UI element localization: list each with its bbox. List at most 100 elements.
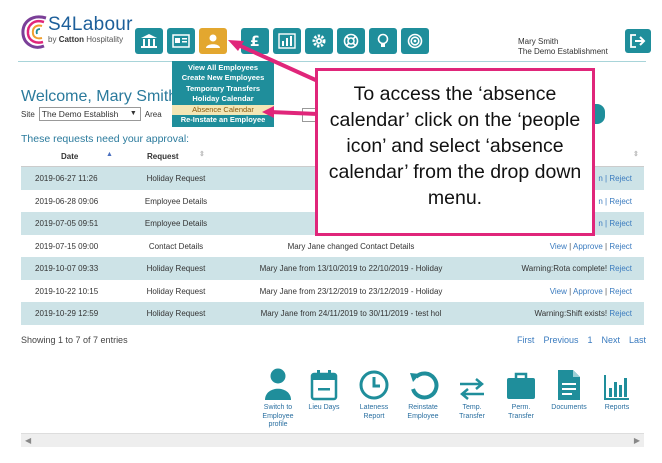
bar-chart-icon: [604, 375, 629, 400]
cell-description: Mary Jane from 13/10/2019 to 22/10/2019 …: [259, 264, 443, 273]
menu-item-create-new-employees[interactable]: Create New Employees: [172, 73, 274, 83]
nav-target-button[interactable]: [401, 28, 429, 54]
warning-text: Warning:Rota complete!: [521, 264, 608, 273]
reject-link[interactable]: Reject: [609, 242, 632, 251]
people-dropdown-menu: View All Employees Create New Employees …: [172, 61, 274, 128]
approve-link-partial[interactable]: n |: [598, 197, 607, 206]
cell-request: Holiday Request: [146, 264, 206, 273]
switch-profile-icon: [265, 368, 291, 400]
cell-date: 2019-10-29 12:59: [35, 309, 99, 318]
reject-link[interactable]: Reject: [609, 197, 632, 206]
perm-transfer-button[interactable]: Perm. Transfer: [498, 363, 544, 421]
column-header-request[interactable]: Request: [147, 152, 179, 161]
callout-text: To access the ‘absence calendar’ click o…: [328, 83, 582, 209]
nav-chart-button[interactable]: [273, 28, 301, 54]
pager-next[interactable]: Next: [601, 335, 620, 345]
clock-icon: [359, 370, 389, 400]
reject-link[interactable]: Reject: [609, 287, 632, 296]
table-row: 2019-07-15 09:00 Contact Details Mary Jane…: [21, 235, 644, 258]
approve-link[interactable]: Approve: [573, 242, 603, 251]
cell-date: 2019-10-22 10:15: [35, 286, 99, 296]
menu-item-view-all-employees[interactable]: View All Employees: [172, 63, 274, 73]
approve-link-partial[interactable]: n |: [598, 174, 607, 183]
action-label: Reports: [604, 404, 630, 411]
reject-link[interactable]: Reject: [609, 219, 632, 228]
logo-swirl-icon: [21, 15, 47, 49]
table-row: 2019-10-22 10:15 Holiday Request Mary Jane…: [21, 280, 644, 303]
cell-request: Employee Details: [144, 219, 208, 228]
nav-people-button[interactable]: [199, 28, 227, 54]
sort-asc-icon[interactable]: ▲: [106, 151, 113, 158]
cell-actions: Warning:Shift exists! Reject: [534, 309, 632, 318]
sort-icon[interactable]: ⇕: [633, 150, 639, 158]
sort-icon[interactable]: ⇕: [199, 150, 205, 158]
menu-item-reinstate-employee[interactable]: Re-Instate an Employee: [172, 115, 274, 125]
cell-description: Mary Jane from 23/12/2019 to 23/12/2019 …: [259, 286, 443, 296]
action-label: Lieu Days: [308, 404, 340, 411]
nav-settings-button[interactable]: [305, 28, 333, 54]
scroll-right-icon[interactable]: ▶: [634, 436, 640, 445]
briefcase-icon: [507, 372, 535, 399]
logo[interactable]: S4Labour by Catton Hospitality: [18, 12, 138, 56]
action-label: Temp. Transfer: [459, 404, 485, 420]
action-label: Lateness Report: [359, 404, 389, 420]
cell-date: 2019-07-15 09:00: [35, 241, 99, 251]
cell-actions: n | Reject: [598, 219, 632, 228]
warning-text: Warning:Shift exists!: [534, 309, 608, 318]
nav-pound-button[interactable]: £: [241, 28, 269, 54]
cell-actions: View | Approve | Reject: [549, 241, 632, 251]
action-label: Perm. Transfer: [508, 404, 534, 420]
column-header-date[interactable]: Date: [61, 152, 78, 161]
action-label: Documents: [551, 404, 587, 411]
reject-link[interactable]: Reject: [609, 264, 632, 273]
people-icon: [206, 34, 220, 48]
header-divider: [18, 61, 646, 62]
pager-previous[interactable]: Previous: [543, 335, 578, 345]
nav-id-card-button[interactable]: [167, 28, 195, 54]
user-establishment: The Demo Establishment: [518, 47, 608, 56]
menu-item-temporary-transfers[interactable]: Temporary Transfers: [172, 84, 274, 94]
document-icon: [558, 370, 580, 400]
lightbulb-icon: [377, 33, 389, 47]
site-label: Site: [21, 109, 35, 119]
nav-ideas-button[interactable]: [369, 28, 397, 54]
transfer-arrows-icon: [460, 378, 484, 400]
action-label: Switch to Employee profile: [262, 404, 294, 428]
lieu-days-button[interactable]: Lieu Days: [301, 363, 347, 413]
cell-request: Holiday Request: [146, 309, 206, 318]
cell-request: Holiday Request: [146, 286, 206, 296]
reports-button[interactable]: Reports: [594, 363, 640, 413]
cell-actions: View | Approve | Reject: [549, 286, 632, 296]
logout-button[interactable]: [625, 29, 651, 53]
logout-icon: [630, 34, 646, 48]
approve-link-partial[interactable]: n |: [598, 219, 607, 228]
view-link[interactable]: View: [550, 287, 567, 296]
pager-first[interactable]: First: [517, 335, 535, 345]
table-row: 2019-10-29 12:59 Holiday Request Mary Jane…: [21, 302, 644, 325]
reject-link[interactable]: Reject: [609, 174, 632, 183]
view-link[interactable]: View: [550, 242, 567, 251]
switch-profile-button[interactable]: Switch to Employee profile: [255, 363, 301, 430]
table-row: 2019-10-07 09:33 Holiday Request Mary Jane…: [21, 257, 644, 280]
nav-bank-button[interactable]: [135, 28, 163, 54]
temp-transfer-button[interactable]: Temp. Transfer: [449, 363, 495, 421]
pager-last[interactable]: Last: [629, 335, 646, 345]
documents-button[interactable]: Documents: [546, 363, 592, 413]
bar-chart-icon: [278, 33, 296, 49]
cell-date: 2019-07-05 09:51: [35, 219, 99, 228]
nav-help-button[interactable]: [337, 28, 365, 54]
top-nav: £: [135, 28, 429, 54]
menu-item-holiday-calendar[interactable]: Holiday Calendar: [172, 94, 274, 104]
lateness-report-button[interactable]: Lateness Report: [351, 363, 397, 421]
menu-item-absence-calendar[interactable]: Absence Calendar: [172, 104, 274, 116]
site-select[interactable]: The Demo Establish ▼: [38, 107, 141, 121]
calendar-icon: [310, 370, 338, 401]
reinstate-employee-button[interactable]: Reinstate Employee: [400, 363, 446, 421]
pager-page[interactable]: 1: [587, 335, 592, 345]
reject-link[interactable]: Reject: [609, 309, 632, 318]
action-bar: Switch to Employee profile Lieu Days Lat…: [255, 363, 640, 433]
scroll-left-icon[interactable]: ◀: [25, 436, 31, 445]
horizontal-scrollbar[interactable]: ◀ ▶: [21, 433, 644, 447]
approve-link[interactable]: Approve: [573, 287, 603, 296]
table-info: Showing 1 to 7 of 7 entries: [21, 335, 128, 345]
